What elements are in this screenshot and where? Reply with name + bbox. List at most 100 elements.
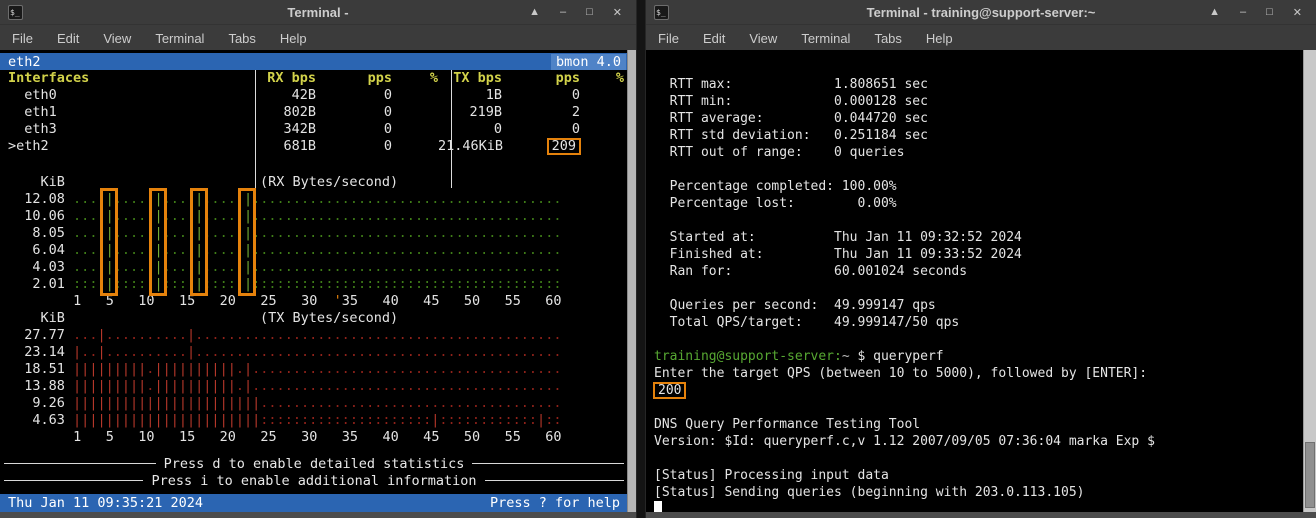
bmon-current-interface: eth2 [8,54,41,70]
divider [4,480,143,481]
minimize-icon[interactable]: – [560,6,566,19]
menu-item-file[interactable]: File [658,31,679,46]
y-tick-label: 8.05 [8,225,73,241]
maximize-icon[interactable]: □ [1266,6,1273,19]
menu-item-terminal[interactable]: Terminal [155,31,204,46]
y-tick-label: 13.88 [8,378,73,394]
interface-row-eth3[interactable]: eth3342B000 [0,121,628,138]
close-icon[interactable]: ✕ [613,6,622,19]
rx-graph: KiB (RX Bytes/second) 12.08 ....|.....|.… [0,174,628,310]
y-tick-label: 2.01 [8,276,73,292]
stat-value: 209 [502,138,580,155]
menu-item-view[interactable]: View [103,31,131,46]
menu-item-tabs[interactable]: Tabs [228,31,255,46]
interface-row-eth0[interactable]: eth042B01B0 [0,87,628,104]
graph-row: 9.26 |||||||||||||||||||||||............… [8,395,628,412]
terminal-line: Ran for: 60.001024 seconds [654,263,1304,280]
titlebar-left[interactable]: $_ Terminal - ▲ – □ ✕ [0,0,636,25]
menu-item-edit[interactable]: Edit [57,31,79,46]
terminal-line: RTT std deviation: 0.251184 sec [654,127,1304,144]
window-bottom-edge [646,512,1316,518]
column-divider [255,70,256,188]
window-shell: $_ Terminal - training@support-server:~ … [646,0,1316,518]
terminal-line [654,161,1304,178]
column-header: pps [316,70,392,87]
shell-terminal-content[interactable]: RTT max: 1.808651 sec RTT min: 0.000128 … [646,50,1304,512]
scrollbar-left-terminal[interactable] [627,50,636,512]
terminal-line: DNS Query Performance Testing Tool [654,416,1304,433]
y-tick-label: 18.51 [8,361,73,377]
bmon-version-badge: bmon 4.0 [551,54,626,70]
highlight-box-spike [149,188,167,296]
stat-value [392,87,438,104]
y-tick-label: 12.08 [8,191,73,207]
graph-row: 27.77 ...|..........|...................… [8,327,628,344]
interface-row-eth2[interactable]: >eth2681B021.46KiB209 [0,138,628,155]
highlight-box-spike [190,188,208,296]
terminal-icon: $_ [8,5,23,20]
scrollbar-thumb[interactable] [1305,442,1315,508]
terminal-icon: $_ [654,5,669,20]
terminal-line: RTT min: 0.000128 sec [654,93,1304,110]
terminal-line: Percentage lost: 0.00% [654,195,1304,212]
interface-name: eth0 [8,87,248,104]
divider [485,480,624,481]
column-header: % [392,70,438,87]
menu-item-file[interactable]: File [12,31,33,46]
highlight-box-spike [238,188,256,296]
minimize-icon[interactable]: – [1240,6,1246,19]
terminal-line: training@support-server:~ $ queryperf [654,348,1304,365]
titlebar-right[interactable]: $_ Terminal - training@support-server:~ … [646,0,1316,25]
stat-value [392,138,438,155]
stat-value: 0 [502,87,580,104]
status-datetime: Thu Jan 11 09:35:21 2024 [8,495,203,511]
terminal-line [654,280,1304,297]
menu-item-help[interactable]: Help [280,31,307,46]
stat-value [392,121,438,138]
table-filler [0,155,628,174]
graph-row: 4.63 |||||||||||||||||||||||::::::::::::… [8,412,628,429]
column-header: % [580,70,624,87]
menu-item-edit[interactable]: Edit [703,31,725,46]
stat-value: 21.46KiB [438,138,502,155]
close-icon[interactable]: ✕ [1293,6,1302,19]
stat-value: 0 [316,104,392,121]
divider [472,463,624,464]
terminal-line: Finished at: Thu Jan 11 09:33:52 2024 [654,246,1304,263]
bmon-interface-table: InterfacesRX bpspps%TX bpspps% eth042B01… [0,70,628,155]
terminal-line: Queries per second: 49.999147 qps [654,297,1304,314]
stat-value: 342B [248,121,316,138]
shade-icon[interactable]: ▲ [529,6,540,19]
graph-row: 18.51 |||||||||.||||||||||.|............… [8,361,628,378]
graph-row: 13.88 |||||||||.||||||||||.|............… [8,378,628,395]
stat-value: 0 [316,121,392,138]
terminal-line [654,399,1304,416]
stat-value: 42B [248,87,316,104]
menu-item-view[interactable]: View [749,31,777,46]
highlight-box-qps-input: 200 [653,382,686,399]
stat-value: 1B [438,87,502,104]
column-header: RX bps [248,70,316,87]
menu-item-help[interactable]: Help [926,31,953,46]
y-tick-label: 9.26 [8,395,73,411]
interface-name: eth3 [8,121,248,138]
stat-value [580,87,624,104]
menu-item-terminal[interactable]: Terminal [801,31,850,46]
stat-value [580,104,624,121]
shade-icon[interactable]: ▲ [1209,6,1220,19]
terminal-line [654,501,1304,512]
stat-value: 0 [502,121,580,138]
scrollbar-right-terminal[interactable] [1303,50,1316,512]
terminal-line: RTT out of range: 0 queries [654,144,1304,161]
menubar-left: File Edit View Terminal Tabs Help [0,25,636,52]
terminal-line: RTT average: 0.044720 sec [654,110,1304,127]
maximize-icon[interactable]: □ [586,6,593,19]
menu-item-tabs[interactable]: Tabs [874,31,901,46]
bmon-terminal-content[interactable]: eth2 bmon 4.0 InterfacesRX bpspps%TX bps… [0,50,628,512]
bmon-status-bar: Thu Jan 11 09:35:21 2024 Press ? for hel… [0,494,628,512]
terminal-line [654,450,1304,467]
y-tick-label: 10.06 [8,208,73,224]
graph-title-row: KiB (TX Bytes/second) [8,310,628,327]
interface-row-eth1[interactable]: eth1802B0219B2 [0,104,628,121]
tx-graph: KiB (TX Bytes/second) 27.77 ...|........… [0,310,628,446]
